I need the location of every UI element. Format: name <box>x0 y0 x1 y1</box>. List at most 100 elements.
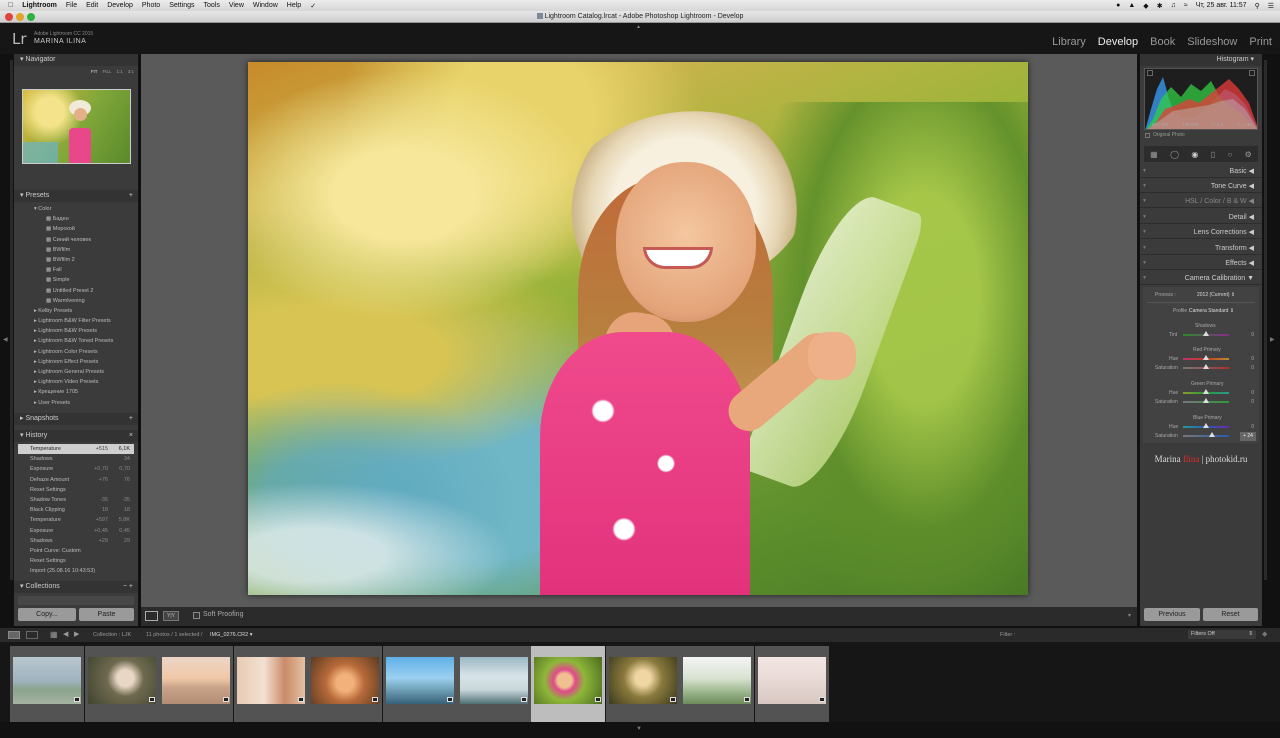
module-develop[interactable]: Develop <box>1098 36 1138 48</box>
filmstrip-thumbnail[interactable] <box>85 646 159 722</box>
adjustment-brush-icon[interactable]: ⚙ <box>1245 150 1252 159</box>
history-item[interactable]: Temperature +597 5,8K <box>18 515 134 525</box>
blue-saturation-value[interactable]: + 24 <box>1240 432 1256 441</box>
panel-toggle-icon[interactable]: ▼ <box>1142 260 1147 266</box>
preset-folder[interactable]: ▾ Color <box>18 204 134 214</box>
collections-list[interactable] <box>18 596 134 605</box>
slider-knob[interactable] <box>1203 423 1209 428</box>
second-window-icon[interactable] <box>26 631 38 639</box>
history-item[interactable]: Import (25.08.16 10:43:53) <box>18 566 134 576</box>
preset-folder[interactable]: ▸ Lightroom General Presets <box>18 367 134 377</box>
menu-window[interactable]: Window <box>253 2 278 9</box>
history-item[interactable]: Exposure +0,45 0,45 <box>18 526 134 536</box>
preset-item[interactable]: ▩ Баден <box>18 214 134 224</box>
filmstrip-thumbnail[interactable] <box>234 646 308 722</box>
preset-item[interactable]: ▩ Untitled Preset 2 <box>18 286 134 296</box>
main-window-icon[interactable] <box>8 631 20 639</box>
history-item[interactable]: Reset Settings <box>18 556 134 566</box>
profile-dropdown[interactable]: Camera Standard ⇕ <box>1189 308 1234 314</box>
history-item[interactable]: Shadows 34 <box>18 454 134 464</box>
module-print[interactable]: Print <box>1249 36 1272 48</box>
disclosure-triangle-icon[interactable]: ▾ <box>20 583 24 590</box>
spot-removal-icon[interactable]: ◯ <box>1170 150 1179 159</box>
green-saturation-slider[interactable] <box>1183 398 1229 403</box>
panel-effects[interactable]: Effects ◀ <box>1140 257 1262 270</box>
forward-arrow-icon[interactable]: ▶ <box>74 630 79 638</box>
history-header[interactable]: ▾ History × <box>14 430 138 442</box>
slider-knob[interactable] <box>1203 389 1209 394</box>
selected-file[interactable]: IMG_0276.CR2 ▾ <box>210 632 253 638</box>
menu-app-name[interactable]: Lightroom <box>22 2 57 9</box>
expanded-triangle-icon[interactable]: ▼ <box>1247 275 1254 282</box>
panel-camera-calibration[interactable]: Camera Calibration ▼ <box>1140 272 1262 285</box>
collapse-right-arrow-icon[interactable]: ▶ <box>1270 336 1275 343</box>
script-icon[interactable]: ✓ <box>310 2 316 10</box>
panel-detail[interactable]: Detail ◀ <box>1140 211 1262 224</box>
filter-dropdown[interactable]: Filters Off ⇕ <box>1188 630 1256 639</box>
blue-saturation-slider[interactable] <box>1183 432 1229 437</box>
filmstrip-thumbnail[interactable] <box>680 646 754 722</box>
menu-settings[interactable]: Settings <box>169 2 194 9</box>
panel-transform[interactable]: Transform ◀ <box>1140 242 1262 255</box>
tint-slider[interactable] <box>1183 331 1229 336</box>
status-icon[interactable]: ● <box>1116 2 1120 9</box>
collapsed-triangle-icon[interactable]: ◀ <box>1249 168 1254 175</box>
slider-knob[interactable] <box>1203 331 1209 336</box>
history-item[interactable]: Point Curve: Custom <box>18 546 134 556</box>
panel-toggle-icon[interactable]: ▼ <box>1142 214 1147 220</box>
bluetooth-icon[interactable]: ✱ <box>1157 2 1163 10</box>
panel-basic[interactable]: Basic ◀ <box>1140 165 1262 178</box>
collapse-left-arrow-icon[interactable]: ◀ <box>3 336 8 343</box>
collection-source[interactable]: Collection : LJK <box>93 632 131 638</box>
collapse-top-arrow-icon[interactable]: ▲ <box>636 24 641 30</box>
snapshots-header[interactable]: ▸ Snapshots + <box>14 413 138 425</box>
menu-develop[interactable]: Develop <box>107 2 133 9</box>
slider-knob[interactable] <box>1203 355 1209 360</box>
panel-toggle-icon[interactable]: ▼ <box>1142 168 1147 174</box>
main-photo[interactable] <box>248 62 1028 595</box>
menu-file[interactable]: File <box>66 2 77 9</box>
preset-item[interactable]: ▩ Warmlvening <box>18 296 134 306</box>
collections-actions-icon[interactable]: − + <box>123 581 133 593</box>
before-after-icon[interactable]: Y|Y <box>163 611 179 621</box>
zoom-fit[interactable]: FIT <box>91 66 98 78</box>
filmstrip-thumbnail[interactable] <box>10 646 84 722</box>
preset-folder[interactable]: ▸ Kelby Presets <box>18 306 134 316</box>
process-dropdown[interactable]: 2012 (Current) ⇕ <box>1197 292 1235 298</box>
red-eye-icon[interactable]: ◉ <box>1191 150 1198 159</box>
presets-header[interactable]: ▾ Presets + <box>14 190 138 202</box>
list-icon[interactable]: ☰ <box>1268 2 1274 10</box>
filmstrip-thumbnail[interactable] <box>755 646 829 722</box>
disclosure-triangle-icon[interactable]: ▾ <box>20 192 24 199</box>
module-slideshow[interactable]: Slideshow <box>1187 36 1237 48</box>
slider-knob[interactable] <box>1203 398 1209 403</box>
previous-button[interactable]: Previous <box>1144 608 1200 621</box>
status-icon[interactable]: ◆ <box>1143 2 1148 10</box>
zoom-window-button[interactable] <box>27 13 35 21</box>
menu-view[interactable]: View <box>229 2 244 9</box>
collapsed-triangle-icon[interactable]: ◀ <box>1249 198 1254 205</box>
history-item[interactable]: Exposure +0,70 0,70 <box>18 464 134 474</box>
green-hue-slider[interactable] <box>1183 389 1229 394</box>
filmstrip-thumbnail[interactable] <box>308 646 382 722</box>
panel-toggle-icon[interactable]: ▼ <box>1142 183 1147 189</box>
panel-tone-curve[interactable]: Tone Curve ◀ <box>1140 180 1262 193</box>
soft-proofing-checkbox[interactable] <box>193 612 200 619</box>
filmstrip-thumbnail[interactable] <box>457 646 531 722</box>
module-library[interactable]: Library <box>1052 36 1086 48</box>
histogram-header[interactable]: Histogram ▾ <box>1140 54 1262 66</box>
filter-lock-icon[interactable]: ◆ <box>1262 630 1267 638</box>
panel-lens-corrections[interactable]: Lens Corrections ◀ <box>1140 226 1262 239</box>
preset-item[interactable]: ▩ Синий человек <box>18 235 134 245</box>
preset-folder[interactable]: ▸ Lightroom B&W Toned Presets <box>18 336 134 346</box>
history-item[interactable]: Shadow Tones -35 -35 <box>18 495 134 505</box>
panel-toggle-icon[interactable]: ▼ <box>1142 275 1147 281</box>
grid-view-icon[interactable]: ▦ <box>50 630 58 639</box>
history-item[interactable]: Dehaze Amount +76 76 <box>18 475 134 485</box>
collapsed-triangle-icon[interactable]: ◀ <box>1249 183 1254 190</box>
preset-folder[interactable]: ▸ Lightroom B&W Presets <box>18 326 134 336</box>
slider-knob[interactable] <box>1209 432 1215 437</box>
original-photo-checkbox[interactable] <box>1145 133 1150 138</box>
filmstrip-thumbnail[interactable] <box>383 646 457 722</box>
add-snapshot-icon[interactable]: + <box>129 413 133 425</box>
